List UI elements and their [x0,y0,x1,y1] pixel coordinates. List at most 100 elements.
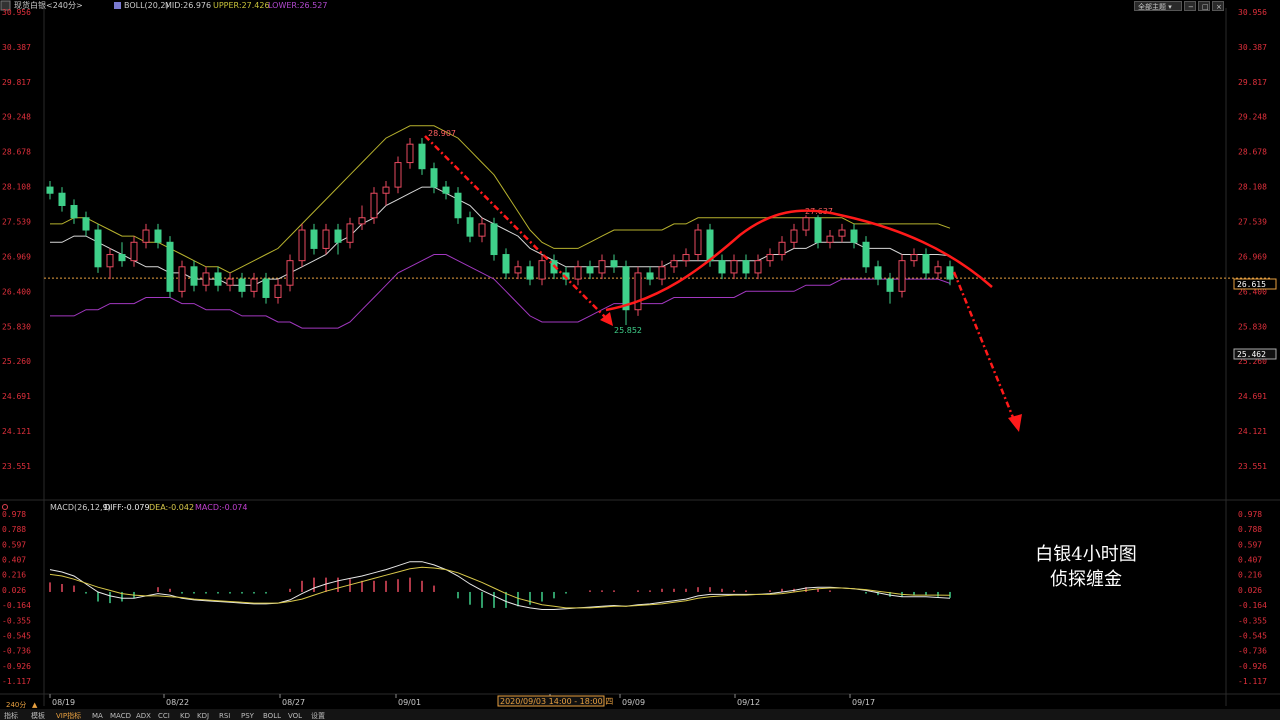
bottom-tab[interactable]: 模板 [31,711,45,720]
candle-body [886,278,894,292]
date-label: 09/09 [622,698,645,707]
candle-body [214,272,222,286]
price-tick-right: 23.551 [1238,462,1267,471]
candle-body [454,192,462,219]
candle-body [262,278,270,298]
bottom-tab[interactable]: BOLL [263,712,281,720]
candle-body [58,192,66,206]
macd-tick-left: 0.026 [2,586,26,595]
candle-body [766,254,774,262]
bottom-tab[interactable]: KDJ [197,712,209,720]
candle-body [442,186,450,194]
date-label: 09/12 [737,698,760,707]
candle-body [574,266,582,280]
price-tick-left: 26.969 [2,252,31,261]
boll-label: BOLL(20,2) [124,1,169,10]
candle-body [862,241,870,268]
bottom-tab[interactable]: PSY [241,712,255,720]
macd-tick-right: -0.355 [1238,616,1267,625]
candle-body [694,229,702,256]
square-icon[interactable]: □ [1198,1,1210,11]
bottom-tab[interactable]: 指标 [4,711,18,720]
candle-body [190,266,198,286]
bottom-tab[interactable]: MA [92,712,103,720]
macd-tick-right: -0.545 [1238,631,1267,640]
candle-body [802,217,810,231]
candle-body [478,223,486,237]
candle-body [934,266,942,274]
candle-body [406,143,414,164]
candle-body [202,272,210,286]
candle-body [106,254,114,268]
candle-body [838,229,846,237]
price-tick-right: 24.691 [1238,392,1267,401]
candle-body [526,266,534,280]
bottom-tab[interactable]: MACD [110,712,131,720]
candle-body [346,223,354,243]
candle-body [826,235,834,243]
price-tick-right: 30.387 [1238,43,1267,52]
candle-body [382,186,390,194]
macd-tick-left: -0.736 [2,647,31,656]
date-label: 08/22 [166,698,189,707]
candle-body [82,217,90,231]
candle-body [466,217,474,237]
candle-body [490,223,498,256]
candle-body [286,260,294,286]
price-tick-left: 30.387 [2,43,31,52]
candle-body [130,241,138,262]
candle-body [730,260,738,274]
date-label: 09/17 [852,698,875,707]
price-tick-left: 24.121 [2,427,31,436]
candle-body [874,266,882,280]
macd-dea: DEA:-0.042 [149,503,194,512]
bottom-tab[interactable]: VIP指标 [56,711,81,720]
close-icon[interactable]: × [1212,1,1224,11]
candle-body [238,278,246,292]
bottom-tab[interactable]: KD [180,712,190,720]
macd-tick-right: -0.926 [1238,662,1267,671]
date-label: 09/01 [398,698,421,707]
candle-body [142,229,150,243]
bottom-tab[interactable]: RSI [219,712,230,720]
price-tick-right: 29.817 [1238,78,1267,87]
price-tick-right: 28.108 [1238,183,1267,192]
candle-body [790,229,798,243]
theme-dropdown-label: 全部主题 [1138,3,1166,11]
chart-background [0,0,1280,720]
date-label: 08/27 [282,698,305,707]
bottom-tab[interactable]: VOL [288,712,302,720]
candle-body [922,254,930,274]
candle-body [850,229,858,243]
macd-tick-right: -0.736 [1238,647,1267,656]
candle-body [610,260,618,268]
indicator-icon[interactable] [114,2,121,9]
candle-body [646,272,654,280]
macd-diff: DIFF:-0.079 [104,503,150,512]
price-tick-left: 27.539 [2,217,31,226]
macd-tick-left: -1.117 [2,677,31,686]
caption-line-2: 侦探缠金 [1050,569,1122,590]
macd-tick-right: 0.407 [1238,556,1262,565]
candle-body [718,260,726,274]
candle-body [754,260,762,274]
macd-tick-left: 0.978 [2,510,26,519]
crosshair-time: 2020/09/03 14:00 - 18:00 四 [500,697,613,706]
price-tick-left: 30.956 [2,8,31,17]
boll-lower: LOWER:26.527 [268,1,327,10]
period-label[interactable]: 240分 [6,700,26,709]
current-price-label: 26.615 [1237,280,1266,289]
price-tick-left: 28.108 [2,183,31,192]
bottom-tab[interactable]: 设置 [311,711,325,720]
minus-icon[interactable]: − [1184,1,1196,11]
theme-dropdown[interactable]: 全部主题 ▾ [1134,1,1182,11]
candle-body [418,143,426,170]
candle-body [778,241,786,256]
candle-body [298,229,306,262]
period-up-icon[interactable]: ▲ [32,701,38,709]
candle-body [94,229,102,268]
macd-tick-left: 0.407 [2,556,26,565]
bottom-tab[interactable]: CCI [158,712,170,720]
candle-body [946,266,954,280]
bottom-tab[interactable]: ADX [136,712,151,720]
